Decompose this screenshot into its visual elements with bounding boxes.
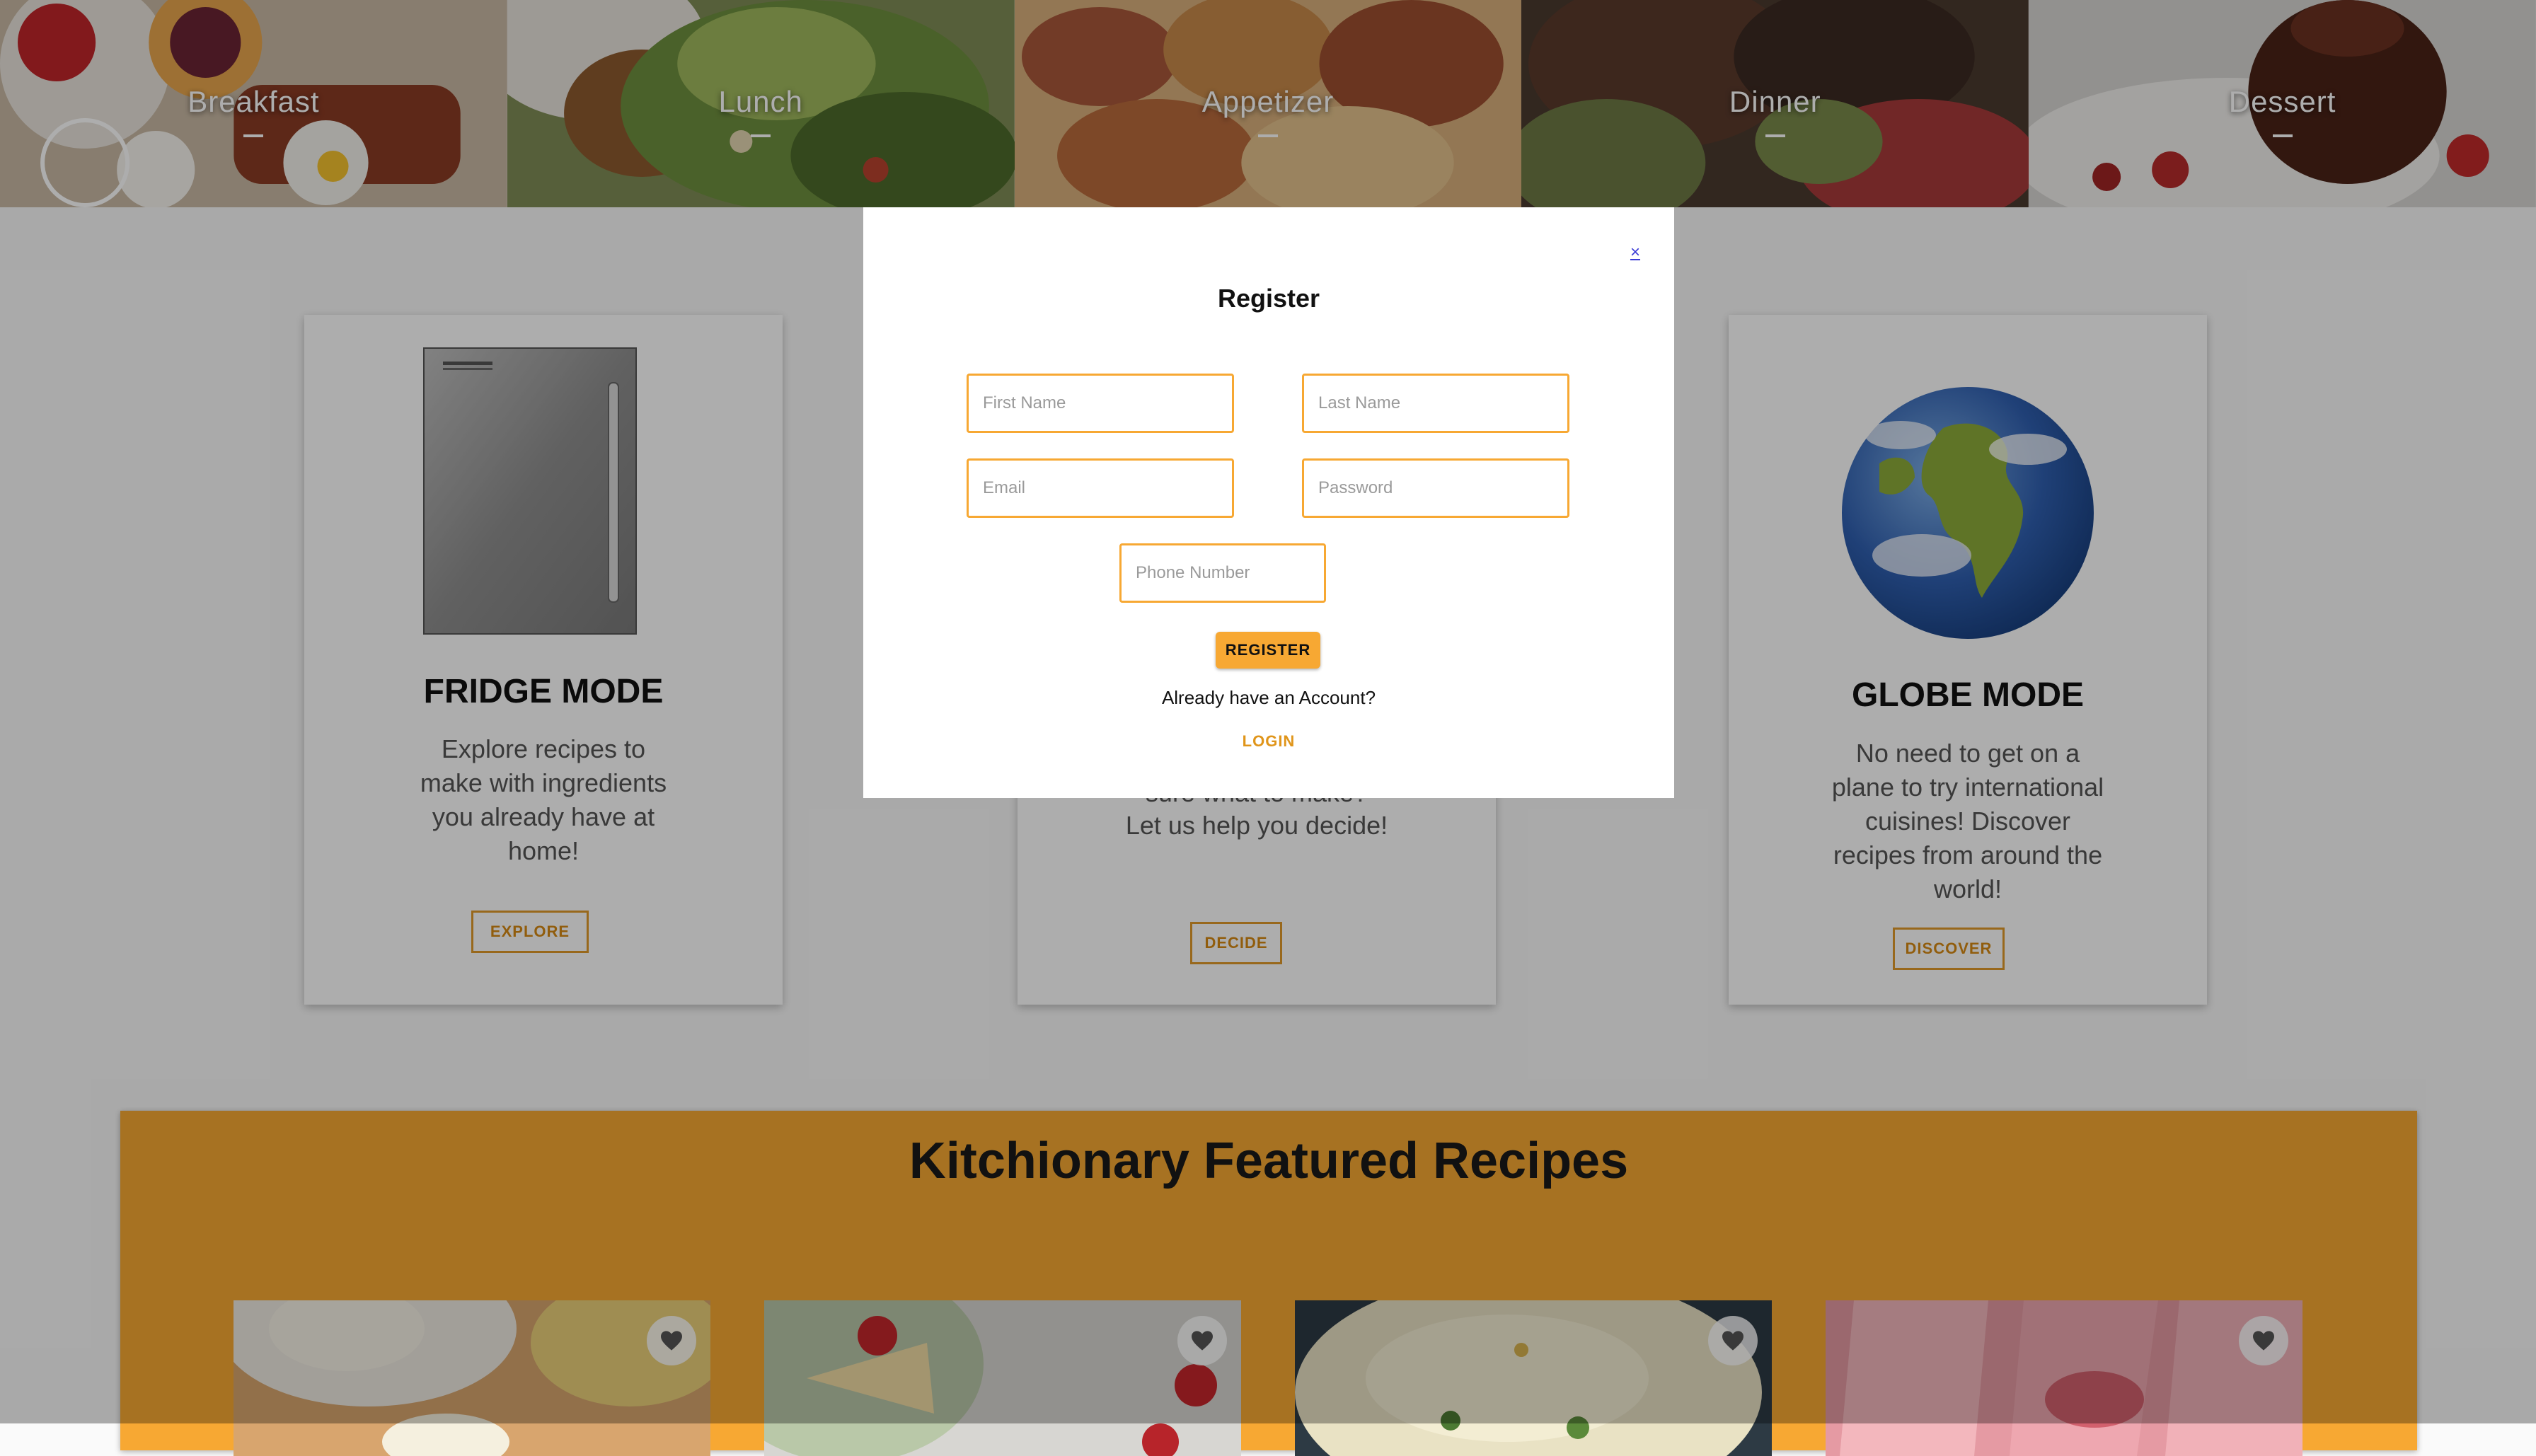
password-field[interactable]	[1302, 458, 1569, 518]
last-name-field[interactable]	[1302, 374, 1569, 433]
phone-number-field[interactable]	[1119, 543, 1326, 603]
already-have-account-text: Already have an Account?	[1161, 687, 1376, 708]
register-button[interactable]: REGISTER	[1216, 632, 1320, 669]
first-name-field[interactable]	[967, 374, 1234, 433]
email-field[interactable]	[967, 458, 1234, 518]
close-icon[interactable]: ×	[1630, 243, 1640, 262]
register-modal: × Register REGISTER Already have an Acco…	[863, 207, 1674, 798]
register-title: Register	[1217, 284, 1320, 313]
login-link[interactable]: LOGIN	[863, 732, 1674, 751]
